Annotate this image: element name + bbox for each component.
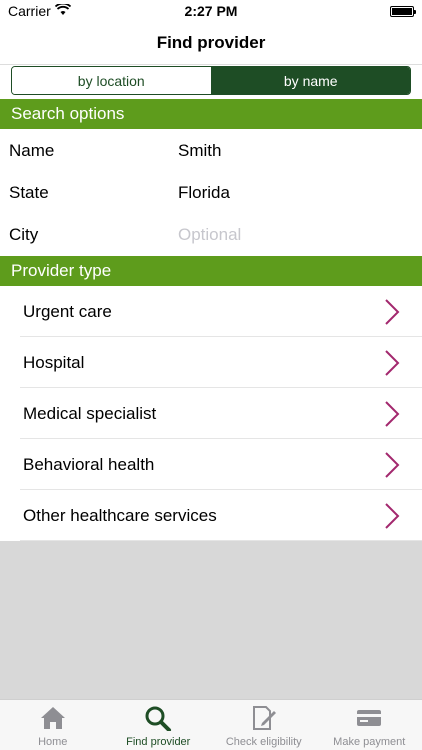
provider-type-other-healthcare-services[interactable]: Other healthcare services xyxy=(0,490,422,541)
provider-type-header: Provider type xyxy=(0,256,422,286)
empty-background xyxy=(0,541,422,699)
status-bar: Carrier 2:27 PM xyxy=(0,0,422,22)
city-label: City xyxy=(9,224,39,244)
provider-type-hospital[interactable]: Hospital xyxy=(0,337,422,388)
state-row[interactable]: State Florida xyxy=(0,171,422,214)
chevron-right-icon xyxy=(384,451,400,479)
segment-by-name[interactable]: by name xyxy=(211,67,410,94)
segment-by-location[interactable]: by location xyxy=(12,67,212,94)
tab-label: Home xyxy=(38,736,68,748)
city-input[interactable] xyxy=(178,224,408,245)
tab-label: Find provider xyxy=(126,736,191,748)
tab-find-provider[interactable]: Find provider xyxy=(106,700,212,750)
chevron-right-icon xyxy=(384,349,400,377)
list-item-label: Hospital xyxy=(23,352,85,372)
name-row[interactable]: Name Smith xyxy=(0,129,422,172)
status-time: 2:27 PM xyxy=(184,3,238,19)
credit-card-icon xyxy=(355,705,383,736)
search-options-header: Search options xyxy=(0,99,422,129)
provider-type-urgent-care[interactable]: Urgent care xyxy=(0,286,422,337)
edit-document-icon xyxy=(250,705,278,736)
list-item-label: Medical specialist xyxy=(23,403,157,423)
tab-home[interactable]: Home xyxy=(0,700,106,750)
list-item-label: Other healthcare services xyxy=(23,505,217,525)
page-title: Find provider xyxy=(156,33,266,52)
home-icon xyxy=(39,705,67,736)
battery-icon xyxy=(390,5,416,17)
search-icon xyxy=(144,705,172,736)
provider-type-list: Urgent care Hospital Medical specialist … xyxy=(0,286,422,541)
state-field[interactable]: Florida xyxy=(178,183,230,203)
chevron-right-icon xyxy=(384,502,400,530)
tab-check-eligibility[interactable]: Check eligibility xyxy=(211,700,317,750)
nav-bar: Find provider xyxy=(0,22,422,65)
state-label: State xyxy=(9,182,49,202)
chevron-right-icon xyxy=(384,400,400,428)
chevron-right-icon xyxy=(384,298,400,326)
tab-make-payment[interactable]: Make payment xyxy=(317,700,422,750)
tab-label: Check eligibility xyxy=(225,736,302,748)
city-row[interactable]: City xyxy=(0,213,422,256)
provider-type-medical-specialist[interactable]: Medical specialist xyxy=(0,388,422,439)
tab-bar: Home Find provider Check eligibility Mak… xyxy=(0,699,422,750)
name-field[interactable]: Smith xyxy=(178,141,221,161)
provider-type-behavioral-health[interactable]: Behavioral health xyxy=(0,439,422,490)
name-label: Name xyxy=(9,140,55,160)
list-item-label: Urgent care xyxy=(23,301,112,321)
tab-label: Make payment xyxy=(333,736,406,748)
search-mode-segmented-control: by location by name xyxy=(11,66,411,95)
list-item-label: Behavioral health xyxy=(23,454,155,474)
